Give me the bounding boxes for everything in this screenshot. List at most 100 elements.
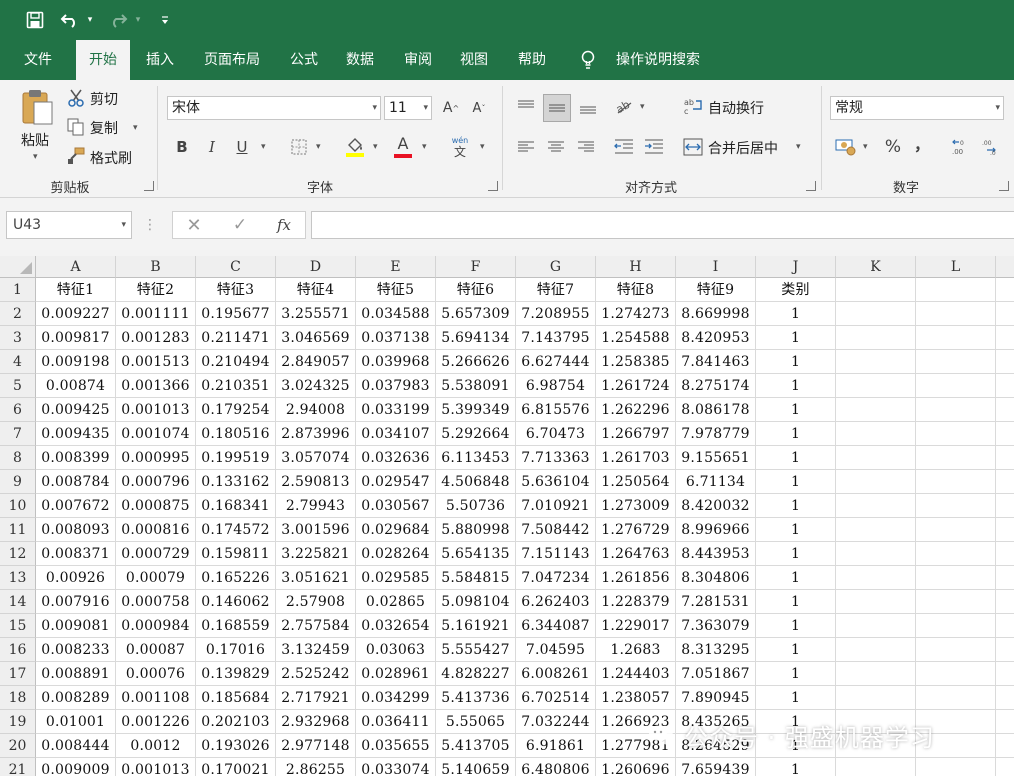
row-header[interactable]: 4 [0, 350, 36, 374]
data-cell[interactable] [836, 590, 916, 614]
data-cell[interactable]: 0.032654 [356, 614, 436, 638]
align-center-icon[interactable] [544, 136, 568, 158]
data-cell[interactable]: 1 [756, 542, 836, 566]
data-cell[interactable]: 7.978779 [676, 422, 756, 446]
data-cell[interactable]: 0.007916 [36, 590, 116, 614]
data-cell[interactable]: 0.00087 [116, 638, 196, 662]
data-cell[interactable]: 0.034299 [356, 686, 436, 710]
data-cell[interactable] [836, 374, 916, 398]
data-cell[interactable]: 0.000796 [116, 470, 196, 494]
data-cell[interactable] [916, 638, 996, 662]
header-cell[interactable]: 特征6 [436, 278, 516, 302]
column-header[interactable]: L [916, 256, 996, 278]
align-right-icon[interactable] [574, 136, 598, 158]
data-cell[interactable] [916, 470, 996, 494]
data-cell[interactable]: 1 [756, 302, 836, 326]
data-cell[interactable]: 5.098104 [436, 590, 516, 614]
column-header[interactable]: G [516, 256, 596, 278]
data-cell[interactable]: 8.996966 [676, 518, 756, 542]
data-cell[interactable]: 5.694134 [436, 326, 516, 350]
tab-home[interactable]: 开始 [76, 40, 130, 80]
data-cell[interactable]: 1 [756, 326, 836, 350]
align-top-icon[interactable] [514, 94, 538, 118]
data-cell[interactable]: 6.008261 [516, 662, 596, 686]
data-cell[interactable]: 0.202103 [196, 710, 276, 734]
header-cell[interactable]: 特征2 [116, 278, 196, 302]
data-cell[interactable]: 5.161921 [436, 614, 516, 638]
data-cell[interactable]: 1.244403 [596, 662, 676, 686]
data-cell[interactable]: 0.179254 [196, 398, 276, 422]
data-cell[interactable]: 0.029684 [356, 518, 436, 542]
data-cell[interactable] [916, 590, 996, 614]
data-cell[interactable]: 8.313295 [676, 638, 756, 662]
tab-data[interactable]: 数据 [336, 40, 384, 80]
accounting-format-icon[interactable] [834, 136, 858, 158]
data-cell[interactable]: 0.000995 [116, 446, 196, 470]
row-header[interactable]: 16 [0, 638, 36, 662]
data-cell[interactable]: 1 [756, 350, 836, 374]
name-box[interactable]: U43 ▾ [6, 211, 132, 239]
italic-button[interactable]: I [202, 136, 222, 158]
row-header[interactable]: 20 [0, 734, 36, 758]
row-header[interactable]: 6 [0, 398, 36, 422]
borders-dropdown-icon[interactable]: ▾ [316, 142, 321, 152]
row-header[interactable]: 9 [0, 470, 36, 494]
data-cell[interactable]: 0.146062 [196, 590, 276, 614]
orientation-icon[interactable]: ab [612, 94, 636, 118]
data-cell[interactable]: 0.037983 [356, 374, 436, 398]
row-header[interactable]: 21 [0, 758, 36, 776]
data-cell[interactable]: 0.210494 [196, 350, 276, 374]
data-cell[interactable]: 0.168559 [196, 614, 276, 638]
data-cell[interactable]: 0.168341 [196, 494, 276, 518]
fill-color-dropdown-icon[interactable]: ▾ [373, 142, 378, 152]
data-cell[interactable] [836, 350, 916, 374]
data-cell[interactable]: 6.262403 [516, 590, 596, 614]
formula-input[interactable] [311, 211, 1014, 239]
data-cell[interactable] [996, 494, 1014, 518]
row-header[interactable]: 1 [0, 278, 36, 302]
merge-dropdown-icon[interactable]: ▾ [796, 142, 801, 152]
data-cell[interactable]: 2.849057 [276, 350, 356, 374]
data-cell[interactable]: 0.009009 [36, 758, 116, 776]
column-header[interactable]: H [596, 256, 676, 278]
data-cell[interactable] [836, 494, 916, 518]
tab-file[interactable]: 文件 [12, 40, 64, 80]
data-cell[interactable]: 8.304806 [676, 566, 756, 590]
data-cell[interactable]: 5.413736 [436, 686, 516, 710]
data-cell[interactable]: 7.051867 [676, 662, 756, 686]
number-format-select[interactable]: 常规 ▾ [830, 96, 1004, 120]
data-cell[interactable]: 2.79943 [276, 494, 356, 518]
data-cell[interactable] [996, 710, 1014, 734]
column-header[interactable]: F [436, 256, 516, 278]
number-launcher-icon[interactable] [999, 181, 1009, 191]
data-cell[interactable] [916, 422, 996, 446]
data-cell[interactable]: 1 [756, 662, 836, 686]
data-cell[interactable]: 0.008233 [36, 638, 116, 662]
data-cell[interactable]: 0.001013 [116, 398, 196, 422]
row-header[interactable]: 15 [0, 614, 36, 638]
data-cell[interactable] [996, 614, 1014, 638]
tab-page-layout[interactable]: 页面布局 [194, 40, 270, 80]
data-cell[interactable]: 3.132459 [276, 638, 356, 662]
column-header[interactable]: I [676, 256, 756, 278]
data-cell[interactable]: 1.276729 [596, 518, 676, 542]
data-cell[interactable]: 0.008891 [36, 662, 116, 686]
data-cell[interactable] [996, 758, 1014, 776]
data-cell[interactable] [836, 326, 916, 350]
select-all-button[interactable] [0, 256, 36, 278]
data-cell[interactable]: 7.841463 [676, 350, 756, 374]
data-cell[interactable] [996, 734, 1014, 758]
data-cell[interactable]: 5.654135 [436, 542, 516, 566]
phonetic-guide-icon[interactable]: wén 文 [448, 134, 472, 160]
font-color-dropdown-icon[interactable]: ▾ [422, 142, 427, 152]
data-cell[interactable] [916, 494, 996, 518]
tab-view[interactable]: 视图 [450, 40, 498, 80]
data-cell[interactable]: 2.873996 [276, 422, 356, 446]
data-cell[interactable]: 0.210351 [196, 374, 276, 398]
column-header[interactable]: C [196, 256, 276, 278]
data-cell[interactable] [916, 350, 996, 374]
data-cell[interactable]: 0.008399 [36, 446, 116, 470]
data-cell[interactable]: 0.039968 [356, 350, 436, 374]
data-cell[interactable]: 5.55065 [436, 710, 516, 734]
data-cell[interactable] [916, 326, 996, 350]
